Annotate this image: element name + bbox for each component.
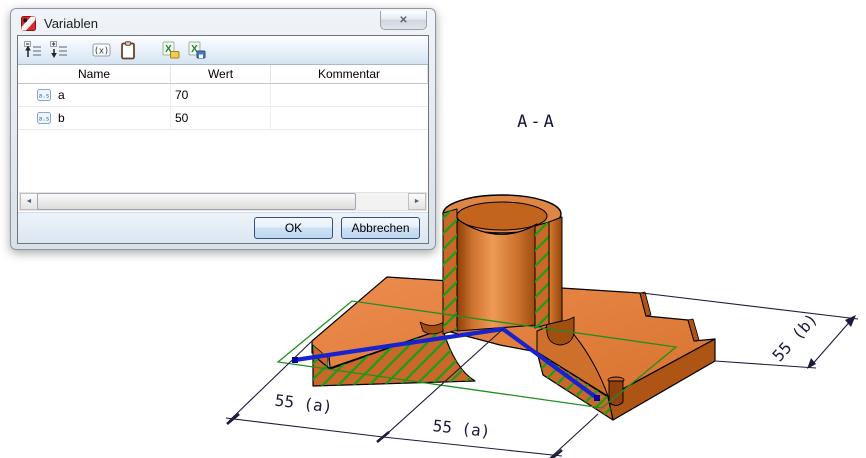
table-row[interactable]: a.s a 70 — [18, 84, 428, 107]
column-header-wert[interactable]: Wert — [171, 65, 271, 83]
variable-name: b — [58, 111, 65, 125]
variable-comment[interactable] — [271, 84, 428, 106]
scroll-left-icon: ◄ — [25, 198, 33, 205]
cancel-button[interactable]: Abbrechen — [341, 217, 420, 239]
dialog-button-row: OK Abbrechen — [18, 212, 428, 243]
formula-icon[interactable]: (x) — [91, 40, 112, 61]
variable-icon: a.s — [37, 89, 51, 101]
cylinder — [442, 194, 563, 335]
clipboard-glyph — [120, 40, 135, 59]
move-down-glyph — [49, 41, 67, 58]
close-icon: ✕ — [399, 14, 408, 26]
svg-text:a.s: a.s — [39, 116, 50, 123]
variables-dialog: Variablen ✕ (x) X X Name Wert Kommentar … — [10, 8, 436, 250]
ok-button[interactable]: OK — [254, 217, 333, 239]
scroll-right-icon: ► — [413, 198, 421, 205]
variable-value[interactable]: 50 — [171, 107, 271, 129]
variable-name: a — [58, 88, 65, 102]
dim-label: 55 (b) — [769, 309, 822, 365]
table-empty-area — [18, 130, 428, 191]
excel-import-icon[interactable]: X — [160, 40, 181, 61]
cylinder-bore-wall — [456, 218, 538, 332]
scrollbar-thumb[interactable] — [37, 193, 356, 210]
column-header-name[interactable]: Name — [18, 65, 171, 83]
cylinder-outer-sliver — [548, 216, 563, 325]
scroll-left-button[interactable]: ◄ — [20, 193, 38, 210]
excel-export-glyph: X — [188, 41, 206, 59]
move-variable-up-icon[interactable] — [22, 40, 43, 61]
excel-export-icon[interactable]: X — [186, 40, 207, 61]
cylinder-right-cut-hatch — [535, 222, 549, 328]
table-header: Name Wert Kommentar — [18, 65, 428, 84]
formula-glyph: (x) — [92, 43, 111, 57]
app-icon — [21, 15, 36, 31]
move-variable-down-icon[interactable] — [48, 40, 69, 61]
variable-icon: a.s — [37, 112, 51, 124]
scroll-right-button[interactable]: ► — [408, 193, 426, 210]
move-up-glyph — [23, 41, 41, 57]
dialog-titlebar[interactable]: Variablen — [13, 11, 433, 35]
table-row[interactable]: a.s b 50 — [18, 107, 428, 130]
horizontal-scrollbar[interactable]: ◄ ► — [19, 192, 427, 211]
dialog-content: (x) X X Name Wert Kommentar a.s a 70 a.s… — [17, 35, 429, 244]
dim-label: 55 (a) — [274, 391, 334, 417]
dialog-title: Variablen — [44, 15, 98, 31]
excel-import-glyph: X — [162, 41, 180, 59]
section-path-endpoint — [594, 395, 600, 401]
close-button[interactable]: ✕ — [380, 11, 427, 30]
dim-label: 55 (a) — [432, 416, 491, 441]
variable-value[interactable]: 70 — [171, 84, 271, 106]
clipboard-icon[interactable] — [117, 40, 138, 61]
svg-text:a.s: a.s — [39, 93, 50, 100]
variable-comment[interactable] — [271, 107, 428, 129]
extension-line — [714, 360, 817, 369]
dialog-toolbar: (x) X X — [18, 36, 428, 65]
column-header-kommentar[interactable]: Kommentar — [271, 65, 428, 83]
extension-line — [641, 292, 859, 320]
cad-viewport[interactable]: 55 (a) 55 (a) 55 (b) A-A Variablen ✕ (x)… — [0, 0, 866, 458]
section-label: A-A — [517, 112, 557, 132]
svg-text:(x): (x) — [94, 46, 109, 56]
dimension-line-bottom — [225, 417, 563, 457]
extension-line — [549, 413, 599, 458]
